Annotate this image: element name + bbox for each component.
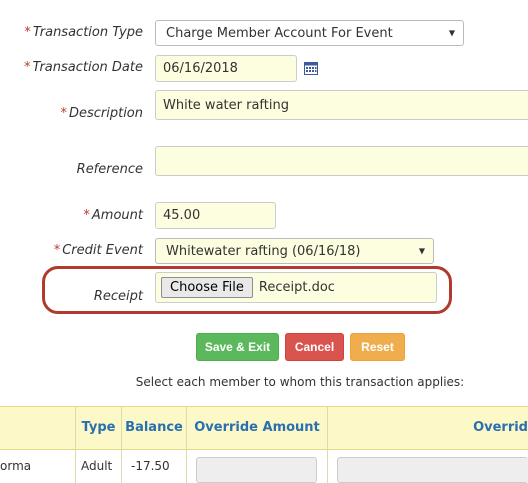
cancel-button[interactable]: Cancel xyxy=(285,333,344,361)
amount-label: * Amount xyxy=(83,208,143,223)
chevron-down-icon: ▼ xyxy=(418,246,425,256)
receipt-file-input[interactable]: Choose File Receipt.doc xyxy=(155,272,437,303)
receipt-filename: Receipt.doc xyxy=(258,280,335,295)
reset-button[interactable]: Reset xyxy=(350,333,405,361)
credit-event-select[interactable]: Whitewater rafting (06/16/18) ▼ xyxy=(155,238,434,264)
member-select-instructions: Select each member to whom this transact… xyxy=(135,375,465,389)
member-name-cell: orma xyxy=(0,458,32,473)
column-divider xyxy=(327,406,328,483)
member-type-cell: Adult xyxy=(81,458,113,473)
description-input[interactable]: White water rafting xyxy=(155,90,528,120)
credit-event-label: * Credit Event xyxy=(53,243,143,258)
type-column-header[interactable]: Type xyxy=(76,406,121,448)
override-amount-input[interactable] xyxy=(196,457,317,483)
transaction-date-input[interactable]: 06/16/2018 xyxy=(155,55,297,82)
transaction-date-label: * Transaction Date xyxy=(24,60,143,75)
save-exit-button[interactable]: Save & Exit xyxy=(196,333,279,361)
description-label: * Description xyxy=(60,106,143,121)
column-divider xyxy=(75,406,76,483)
chevron-down-icon: ▼ xyxy=(448,28,455,38)
calendar-icon[interactable] xyxy=(304,61,318,75)
balance-column-header[interactable]: Balance xyxy=(122,406,186,448)
reference-label: Reference xyxy=(76,162,143,177)
override-column-header[interactable]: Overrid xyxy=(328,406,528,448)
override-amount-column-header[interactable]: Override Amount xyxy=(187,406,327,448)
override-input[interactable] xyxy=(337,457,528,483)
amount-input[interactable]: 45.00 xyxy=(155,202,276,229)
transaction-type-label: * Transaction Type xyxy=(24,25,143,40)
column-divider xyxy=(121,406,122,483)
receipt-label: Receipt xyxy=(93,289,143,304)
member-balance-cell: -17.50 xyxy=(131,458,170,473)
reference-input[interactable] xyxy=(155,146,528,176)
choose-file-button[interactable]: Choose File xyxy=(161,277,253,298)
column-divider xyxy=(186,406,187,483)
transaction-type-select[interactable]: Charge Member Account For Event ▼ xyxy=(155,20,464,46)
